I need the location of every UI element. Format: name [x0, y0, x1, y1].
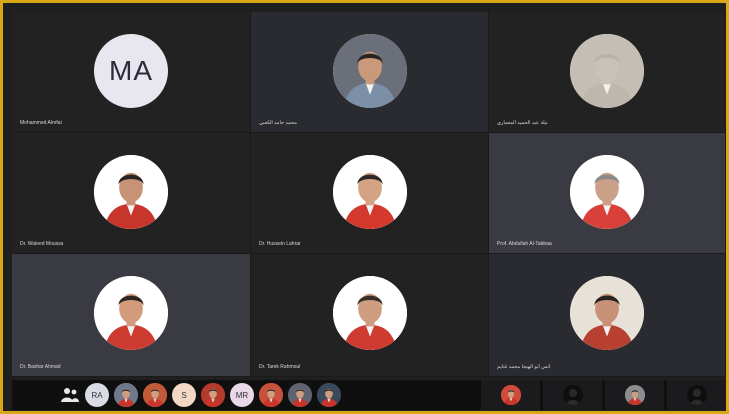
participant-name: Prof. Abdullah Al-Tabbaa: [497, 241, 552, 247]
participant-tile[interactable]: أنس أبو الهيجا محمد غنايم: [489, 254, 726, 377]
participant-name: نيلة عبد الحميد المعماري: [497, 120, 548, 126]
participant-tile[interactable]: Dr. Waleed Moussa: [12, 133, 251, 254]
overflow-avatar-initials[interactable]: RA: [85, 383, 109, 407]
participant-name: محمد حامد الكعبي: [259, 120, 297, 126]
overflow-avatars: RA S MR: [12, 380, 341, 410]
overflow-avatar-photo[interactable]: [317, 383, 341, 407]
overflow-slot-avatar: [624, 385, 645, 405]
video-grid: MA Mohammed Alrefai محمد حامد الكعبي نيلة ع…: [12, 12, 726, 377]
participant-tile[interactable]: MA Mohammed Alrefai: [12, 12, 251, 133]
avatar-photo: [570, 34, 644, 108]
avatar-photo: [332, 34, 407, 108]
overflow-video-slot[interactable]: [481, 380, 540, 410]
participant-tile[interactable]: نيلة عبد الحميد المعماري: [489, 12, 726, 133]
participant-name: Dr. Bashar Ahmad: [20, 364, 61, 370]
overflow-video-slot[interactable]: [605, 380, 664, 410]
meeting-window: MA Mohammed Alrefai محمد حامد الكعبي نيلة ع…: [0, 0, 729, 414]
avatar-photo: [94, 276, 168, 350]
participant-name: Mohammed Alrefai: [20, 120, 62, 126]
avatar-photo: [332, 276, 407, 350]
participant-tile[interactable]: Dr. Tarek Rahmoul: [251, 254, 489, 377]
overflow-avatar-initials[interactable]: S: [172, 383, 196, 407]
participant-tile[interactable]: محمد حامد الكعبي: [251, 12, 489, 133]
avatar-initials: MA: [94, 34, 168, 108]
overflow-avatar-photo[interactable]: [288, 383, 312, 407]
overflow-avatar-photo[interactable]: [201, 383, 225, 407]
avatar-photo: [94, 155, 168, 229]
overflow-avatar-photo[interactable]: [259, 383, 283, 407]
overflow-slot-avatar: [686, 385, 707, 405]
avatar-photo: [332, 155, 407, 229]
participant-tile[interactable]: Prof. Abdullah Al-Tabbaa: [489, 133, 726, 254]
avatar-photo: [570, 155, 644, 229]
participant-name: Dr. Hussein Lahrar: [259, 241, 301, 247]
participant-overflow-bar: RA S MR: [12, 380, 726, 410]
overflow-avatar-photo[interactable]: [114, 383, 138, 407]
overflow-avatar-photo[interactable]: [143, 383, 167, 407]
overflow-avatar-initials[interactable]: MR: [230, 383, 254, 407]
avatar-photo: [570, 276, 644, 350]
overflow-video-slot[interactable]: [543, 380, 602, 410]
participant-name: أنس أبو الهيجا محمد غنايم: [497, 364, 551, 370]
overflow-slot-avatar: [500, 385, 521, 405]
overflow-video-slot[interactable]: [667, 380, 726, 410]
participant-tile[interactable]: Dr. Hussein Lahrar: [251, 133, 489, 254]
people-icon[interactable]: [60, 385, 80, 405]
overflow-video-slots: [478, 380, 726, 410]
participant-name: Dr. Waleed Moussa: [20, 241, 64, 247]
participant-tile[interactable]: Dr. Bashar Ahmad: [12, 254, 251, 377]
overflow-slot-avatar: [562, 385, 583, 405]
participant-name: Dr. Tarek Rahmoul: [259, 364, 301, 370]
